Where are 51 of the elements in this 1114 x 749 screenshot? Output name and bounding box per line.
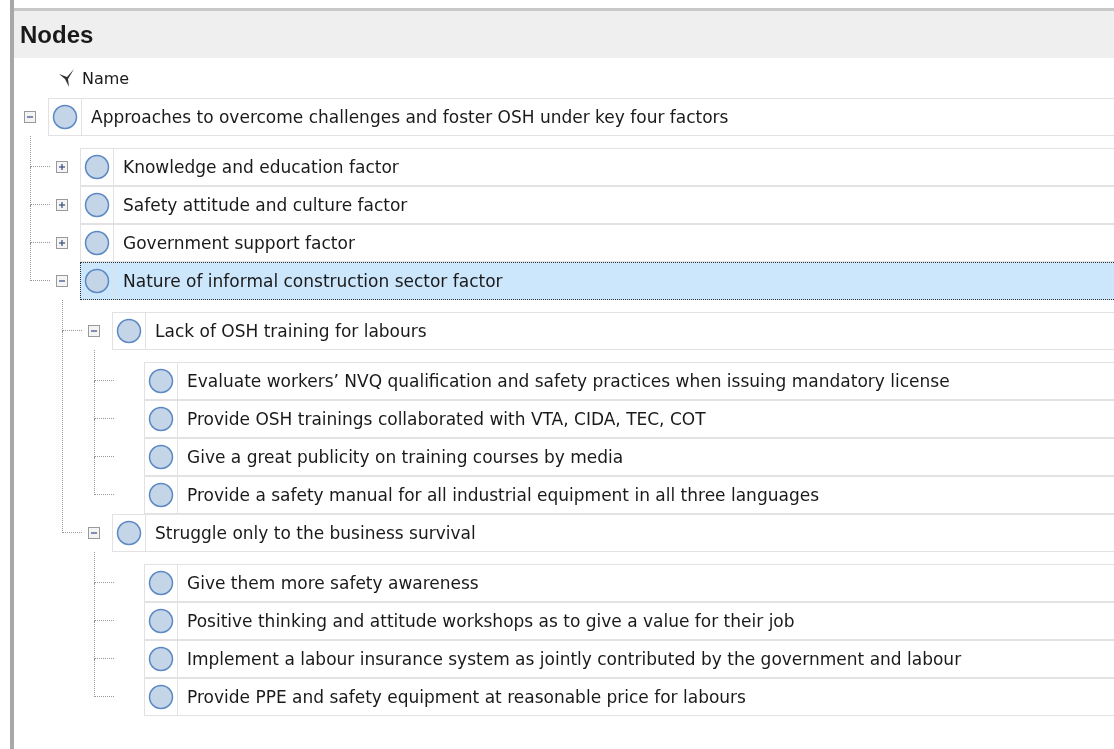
expand-button[interactable] — [56, 237, 68, 249]
tree-line — [30, 167, 50, 205]
tree-item[interactable]: Approaches to overcome challenges and foster OSH under key four factors — [48, 98, 1114, 136]
circle-icon — [84, 154, 110, 180]
tree-line — [30, 136, 50, 167]
tree-item[interactable]: Struggle only to the business survival — [112, 514, 1114, 552]
tree-item[interactable]: Implement a labour insurance system as jointly contributed by the government and labour — [144, 640, 1114, 678]
circle-icon — [116, 318, 142, 344]
tree-line — [94, 381, 114, 419]
circle-icon — [84, 192, 110, 218]
circle-icon — [148, 406, 174, 432]
tree-item[interactable]: Provide OSH trainings collaborated with VTA, CIDA, TEC, COT — [144, 400, 1114, 438]
collapse-button[interactable] — [88, 527, 100, 539]
tree-item[interactable]: Lack of OSH training for labours — [112, 312, 1114, 350]
collapse-button[interactable] — [88, 325, 100, 337]
tree-line — [94, 350, 114, 381]
circle-icon — [148, 368, 174, 394]
tree-item[interactable]: Provide PPE and safety equipment at reasonable price for labours — [144, 678, 1114, 716]
tree-item[interactable]: Provide a safety manual for all industrial equipment in all three languages — [144, 476, 1114, 514]
collapse-button[interactable] — [24, 111, 36, 123]
circle-icon — [148, 444, 174, 470]
tree-line — [94, 552, 114, 583]
tree-item[interactable]: Evaluate workers’ NVQ qualification and safety practices when issuing mandatory license — [144, 362, 1114, 400]
tree-item[interactable]: Government support factor — [80, 224, 1114, 262]
tree-item[interactable]: Knowledge and education factor — [80, 148, 1114, 186]
panel-title: Nodes — [20, 20, 94, 49]
circle-icon — [52, 104, 78, 130]
expand-button[interactable] — [56, 161, 68, 173]
circle-icon — [148, 684, 174, 710]
tree-item[interactable]: Give them more safety awareness — [144, 564, 1114, 602]
expand-button[interactable] — [56, 199, 68, 211]
circle-icon — [148, 482, 174, 508]
circle-icon — [148, 646, 174, 672]
circle-icon — [116, 520, 142, 546]
tree-line — [94, 583, 114, 621]
tree-item[interactable]: Positive thinking and attitude workshops as to give a value for their job — [144, 602, 1114, 640]
tree-line — [30, 205, 50, 243]
tree-line — [30, 243, 50, 281]
tree-item[interactable]: Give a great publicity on training courses by media — [144, 438, 1114, 476]
collapse-button[interactable] — [56, 275, 68, 287]
circle-icon — [148, 608, 174, 634]
tree-line — [94, 457, 114, 495]
tree-line — [94, 621, 114, 659]
tree-item[interactable]: Nature of informal construction sector factor — [80, 262, 1114, 300]
tree-item[interactable]: Safety attitude and culture factor — [80, 186, 1114, 224]
circle-icon — [84, 268, 110, 294]
circle-icon — [84, 230, 110, 256]
tree-line — [94, 419, 114, 457]
tree-line — [94, 659, 114, 697]
column-header[interactable]: Name — [82, 68, 130, 88]
circle-icon — [148, 570, 174, 596]
